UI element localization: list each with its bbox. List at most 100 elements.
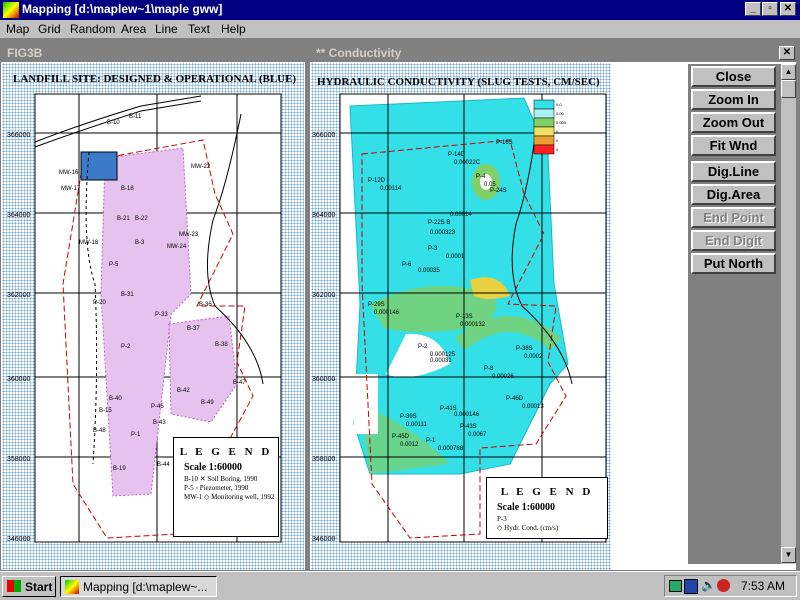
y-tick-364000: 364000: [312, 212, 335, 219]
close-window-button[interactable]: ✕: [780, 2, 796, 16]
point-label: 0.00031: [430, 358, 452, 364]
point-label: B-21: [117, 216, 130, 222]
point-label: B-48: [93, 428, 106, 434]
dig-line-button[interactable]: Dig.Line: [691, 161, 776, 182]
point-label: 0.0002: [524, 354, 543, 360]
legend-item-piezometer: P-5 ◦ Piezometer, 1990: [184, 484, 249, 492]
point-label: 0.000132: [460, 322, 486, 328]
scroll-down-arrow-icon[interactable]: ▼: [781, 547, 796, 563]
point-label: P-1: [131, 432, 141, 438]
scroll-up-arrow-icon[interactable]: ▲: [781, 64, 796, 80]
y-tick-364000: 364000: [7, 212, 30, 219]
legend-scale: Scale 1:60000: [184, 462, 243, 473]
vertical-scrollbar[interactable]: ▲ ▼: [780, 64, 796, 564]
app-icon[interactable]: [3, 2, 19, 18]
scale-label: 0.0: [556, 102, 562, 107]
point-label: P-43S: [460, 424, 477, 430]
zoom-in-button[interactable]: Zoom In: [691, 89, 776, 110]
point-label: 0.0012: [400, 442, 419, 448]
menu-help[interactable]: Help: [221, 22, 246, 36]
minimize-button[interactable]: _: [745, 2, 761, 16]
point-label: 0.00026: [492, 374, 514, 380]
point-label: 0.00022C: [454, 160, 481, 166]
point-label: B-36: [199, 302, 212, 308]
point-label: P-14D: [448, 152, 466, 158]
point-label: B-19: [113, 466, 126, 472]
end-digit-button[interactable]: End Digit: [691, 230, 776, 251]
point-label: B-49: [201, 400, 214, 406]
point-label: B-47: [233, 380, 246, 386]
point-label: P-39S: [400, 414, 417, 420]
point-label: P-12D: [368, 178, 386, 184]
point-label: 0.00111: [406, 422, 427, 428]
zoom-out-button[interactable]: Zoom Out: [691, 112, 776, 133]
point-label: 0.000788: [438, 446, 464, 452]
y-tick-366000: 366000: [7, 132, 30, 139]
start-label: Start: [25, 580, 53, 594]
taskbar-item-mapping[interactable]: Mapping [d:\maplew~...: [60, 576, 217, 597]
end-point-button[interactable]: End Point: [691, 207, 776, 228]
point-label: P-33: [155, 312, 168, 318]
fig3b-window[interactable]: FIG3B LANDFILL SITE: DESIGNED & OPERATIO…: [0, 43, 306, 571]
point-label: 0.00114: [380, 186, 402, 192]
menu-area[interactable]: Area: [121, 22, 146, 36]
network-icon[interactable]: [684, 579, 698, 594]
monitor-icon[interactable]: [669, 580, 682, 592]
y-tick-360000: 360000: [7, 376, 30, 383]
legend-title: L E G E N D: [179, 446, 273, 458]
point-label: P-6: [402, 262, 412, 268]
legend-scale: Scale 1:60000: [497, 502, 556, 513]
point-label: MW-22: [191, 164, 211, 170]
taskbar: Start Mapping [d:\maplew~... 🔈 7:53 AM: [0, 571, 800, 600]
command-panel: Close Zoom In Zoom Out Fit Wnd Dig.Line …: [688, 64, 780, 564]
point-label: B-31: [121, 292, 134, 298]
menu-random[interactable]: Random: [70, 22, 115, 36]
scroll-thumb[interactable]: [781, 80, 796, 98]
point-label: MW-18: [79, 240, 99, 246]
app-title-bar: Mapping [d:\maplew~1\maple gww] _ ▫ ✕: [0, 0, 800, 20]
point-label: P-3: [428, 246, 438, 252]
point-label: P-8: [484, 366, 494, 372]
point-label: P-13S: [456, 314, 473, 320]
speaker-icon[interactable]: 🔈: [701, 578, 716, 592]
point-label: B-43: [153, 420, 166, 426]
point-label: B-42: [177, 388, 190, 394]
point-label: P-45D: [392, 434, 410, 440]
point-label: 0.00013: [522, 404, 544, 410]
legend-item-soil-boring: B-10 ✕ Soil Boring, 1990: [184, 475, 258, 483]
system-tray: 🔈 7:53 AM: [664, 575, 797, 597]
point-label: 0.000146: [374, 310, 400, 316]
point-label: 0.000146: [454, 412, 480, 418]
point-label: P-45: [151, 404, 164, 410]
point-label: P-38S: [516, 346, 533, 352]
dig-area-button[interactable]: Dig.Area: [691, 184, 776, 205]
point-label: P-16S: [496, 140, 513, 146]
point-label: B-37: [187, 326, 200, 332]
point-label: P-5: [109, 262, 119, 268]
put-north-button[interactable]: Put North: [691, 253, 776, 274]
point-label: P-46D: [506, 396, 524, 402]
fit-window-button[interactable]: Fit Wnd: [691, 135, 776, 156]
menu-map[interactable]: Map: [6, 22, 29, 36]
point-label: 0.00014: [450, 212, 472, 218]
menu-line[interactable]: Line: [155, 22, 178, 36]
close-button[interactable]: Close: [691, 66, 776, 87]
y-tick-362000: 362000: [312, 292, 335, 299]
close-conductivity-button[interactable]: ✕: [779, 46, 795, 60]
menu-text[interactable]: Text: [188, 22, 210, 36]
point-label: P-20: [93, 300, 106, 306]
menu-grid[interactable]: Grid: [38, 22, 61, 36]
point-label: 0.000323: [430, 230, 456, 236]
taskbar-item-label: Mapping [d:\maplew~...: [83, 580, 208, 594]
start-button[interactable]: Start: [2, 576, 56, 597]
tray-app-icon[interactable]: [717, 579, 730, 592]
point-label: B-10: [107, 120, 120, 126]
point-label: MW-23: [179, 232, 199, 238]
legend-item-monitoring-well: MW-1 ◇ Monitoring well, 1992: [184, 493, 275, 501]
maximize-button[interactable]: ▫: [762, 2, 778, 16]
point-label: P-2: [121, 344, 131, 350]
app-title: Mapping [d:\maplew~1\maple gww]: [22, 2, 223, 16]
point-label: P-29S: [368, 302, 385, 308]
menu-bar: Map Grid Random Area Line Text Help: [0, 20, 800, 38]
clock[interactable]: 7:53 AM: [741, 579, 785, 593]
